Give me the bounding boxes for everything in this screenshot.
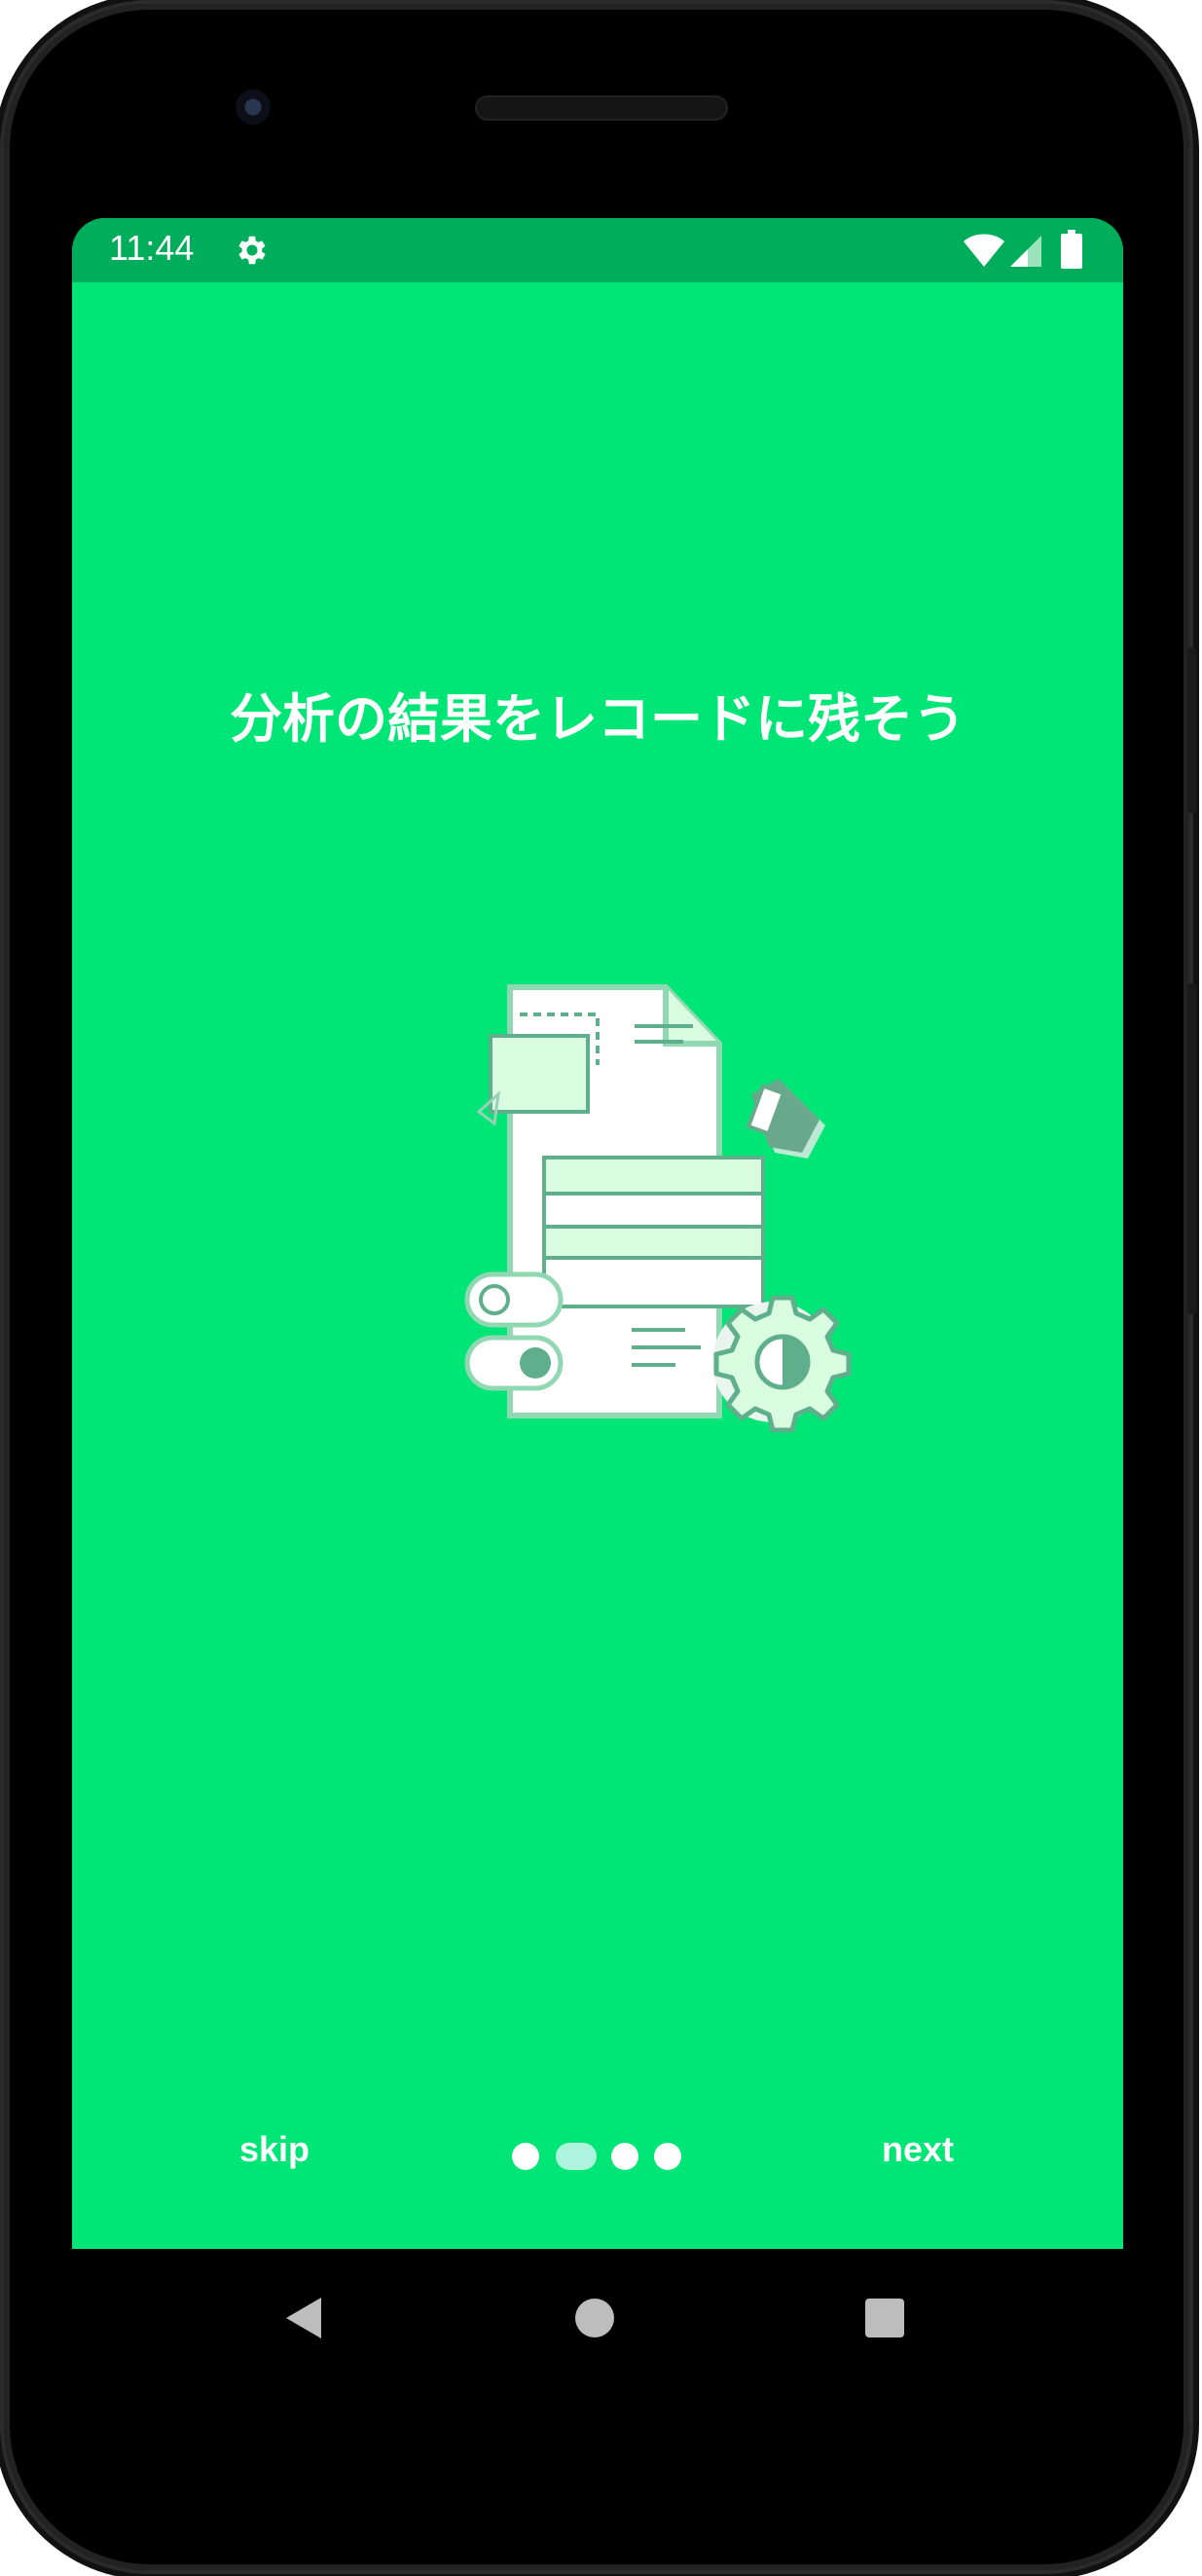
system-nav-bar <box>72 2249 1123 2385</box>
onboarding-title: 分析の結果をレコードに残そう <box>230 688 965 750</box>
signal-icon <box>1010 236 1041 267</box>
skip-button[interactable]: skip <box>239 2129 310 2170</box>
document-settings-illustration <box>464 984 852 1433</box>
onboarding-footer: skip next <box>72 2121 1123 2199</box>
volume-button <box>1187 983 1197 1314</box>
page-dot-3[interactable] <box>611 2143 638 2170</box>
page-dot-4[interactable] <box>654 2143 681 2170</box>
page-dot-2-active[interactable] <box>556 2143 597 2170</box>
power-button <box>1187 647 1197 813</box>
recents-icon[interactable] <box>864 2298 905 2338</box>
screen: 11:44 分析の結果をレコードに残そう skip next <box>72 218 1123 2249</box>
back-icon[interactable] <box>282 2296 325 2340</box>
earpiece-speaker <box>475 95 728 121</box>
status-bar: 11:44 <box>72 218 1123 282</box>
home-icon[interactable] <box>574 2298 615 2338</box>
next-button[interactable]: next <box>882 2129 954 2170</box>
page-dot-1[interactable] <box>512 2143 539 2170</box>
front-camera <box>236 90 271 125</box>
wifi-icon <box>964 234 1004 267</box>
gear-icon <box>238 236 266 265</box>
status-time: 11:44 <box>109 228 195 268</box>
phone-frame: 11:44 分析の結果をレコードに残そう skip next <box>4 4 1189 2570</box>
battery-icon <box>1061 230 1082 269</box>
